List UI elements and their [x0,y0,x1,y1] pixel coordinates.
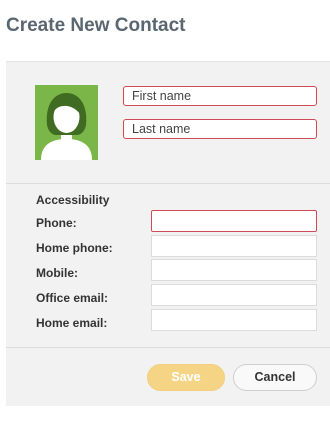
mobile-input[interactable] [151,259,317,281]
create-contact-page: Create New Contact Accessibility Phone: [0,0,330,431]
accessibility-section-label: Accessibility [36,193,110,207]
person-silhouette-icon[interactable] [35,85,98,160]
cancel-button[interactable]: Cancel [233,364,317,391]
home-email-input[interactable] [151,309,317,331]
save-button[interactable]: Save [147,364,225,391]
phone-label: Phone: [36,216,77,230]
section-divider [6,183,330,184]
page-title: Create New Contact [6,15,186,36]
home-phone-input[interactable] [151,235,317,257]
last-name-input[interactable] [123,119,317,139]
contact-form-panel: Accessibility Phone: Home phone: Mobile:… [6,61,330,406]
home-phone-label: Home phone: [36,241,113,255]
actions-divider [6,347,330,348]
home-email-label: Home email: [36,316,108,330]
phone-input[interactable] [151,210,317,232]
mobile-label: Mobile: [36,266,78,280]
first-name-input[interactable] [123,86,317,106]
office-email-label: Office email: [36,291,109,305]
office-email-input[interactable] [151,284,317,306]
